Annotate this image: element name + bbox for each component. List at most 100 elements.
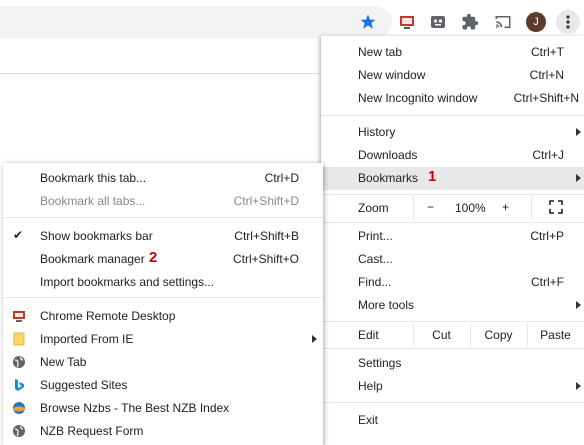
menu-item-find[interactable]: Find... Ctrl+F (321, 271, 584, 294)
menu-item-shortcut: Ctrl+Shift+D (233, 194, 299, 208)
zoom-divider (531, 196, 532, 219)
zoom-row: Zoom − 100% + (321, 196, 584, 219)
globe-icon (12, 424, 26, 438)
menu-item-exit[interactable]: Exit (321, 409, 584, 432)
bookmark-item[interactable]: Browse Nzbs - The Best NZB Index (3, 397, 323, 420)
menu-item-shortcut: Ctrl+Shift+N (513, 91, 579, 105)
menu-item-new-tab[interactable]: New tab Ctrl+T (321, 41, 584, 64)
menu-item-label: Browse Nzbs - The Best NZB Index (40, 401, 230, 415)
menu-item-history[interactable]: History (321, 121, 584, 144)
page-divider (0, 73, 320, 74)
menu-item-shortcut: Ctrl+F (531, 275, 564, 289)
menu-separator (321, 222, 584, 223)
menu-item-label: New Tab (40, 355, 87, 369)
bookmark-folder[interactable]: Imported From IE (3, 328, 323, 351)
bookmark-all-tabs: Bookmark all tabs... Ctrl+Shift+D (3, 190, 323, 213)
menu-item-bookmarks[interactable]: Bookmarks 1 (321, 167, 584, 190)
avatar[interactable]: J (526, 12, 546, 32)
menu-item-new-window[interactable]: New window Ctrl+N (321, 64, 584, 87)
step-marker: 1 (428, 168, 437, 185)
menu-item-downloads[interactable]: Downloads Ctrl+J (321, 144, 584, 167)
menu-item-cast[interactable]: Cast... (321, 248, 584, 271)
fullscreen-icon[interactable] (549, 200, 563, 214)
menu-item-label: Print... (358, 229, 393, 243)
nzb-icon (12, 401, 26, 415)
address-bar[interactable] (0, 6, 392, 38)
menu-item-label: New tab (358, 45, 403, 59)
menu-item-shortcut: Ctrl+T (531, 45, 564, 59)
menu-item-shortcut: Ctrl+J (532, 148, 564, 162)
step-marker: 2 (149, 249, 158, 266)
menu-item-label: Find... (358, 275, 392, 289)
globe-icon (12, 355, 26, 369)
menu-item-label: Bookmark all tabs... (40, 194, 146, 208)
menu-separator (321, 348, 584, 349)
menu-item-label: Bookmarks (358, 171, 419, 185)
menu-separator (321, 115, 584, 116)
menu-item-label: Chrome Remote Desktop (40, 309, 176, 323)
bookmark-item[interactable]: New Tab (3, 351, 323, 374)
menu-item-label: History (358, 125, 396, 139)
robot-extension-icon[interactable] (426, 10, 450, 34)
menu-item-new-incognito-window[interactable]: New Incognito window Ctrl+Shift+N (321, 87, 584, 110)
copy-button[interactable]: Copy (470, 323, 527, 346)
bookmark-this-tab[interactable]: Bookmark this tab... Ctrl+D (3, 167, 323, 190)
menu-item-shortcut: Ctrl+P (530, 229, 564, 243)
chevron-right-icon (576, 128, 581, 136)
bookmark-star-icon[interactable] (356, 10, 380, 34)
zoom-label: Zoom (358, 201, 389, 215)
bookmark-manager[interactable]: Bookmark manager 2 Ctrl+Shift+O (3, 248, 323, 271)
bing-icon (12, 378, 26, 392)
menu-item-label: New window (358, 68, 426, 82)
zoom-in-button[interactable]: + (502, 200, 509, 214)
menu-item-label: New Incognito window (358, 91, 478, 105)
menu-item-label: More tools (358, 298, 415, 312)
chevron-right-icon (576, 382, 581, 390)
menu-item-label: Suggested Sites (40, 378, 128, 392)
remote-desktop-icon[interactable] (395, 10, 419, 34)
menu-separator (3, 217, 323, 218)
remote-desktop-icon (12, 309, 26, 323)
menu-item-label: Downloads (358, 148, 418, 162)
cut-button[interactable]: Cut (413, 323, 470, 346)
bookmark-item[interactable]: Suggested Sites (3, 374, 323, 397)
extensions-puzzle-icon[interactable] (458, 10, 482, 34)
edit-label: Edit (358, 328, 379, 342)
menu-item-shortcut: Ctrl+N (529, 68, 564, 82)
menu-item-label: NZB Request Form (40, 424, 144, 438)
chevron-right-icon (576, 174, 581, 182)
paste-button[interactable]: Paste (527, 323, 584, 346)
chevron-right-icon (312, 335, 317, 343)
menu-item-label: Import bookmarks and settings... (40, 275, 215, 289)
menu-item-label: Cast... (358, 252, 393, 266)
checkmark-icon: ✔ (13, 228, 24, 242)
menu-item-more-tools[interactable]: More tools (321, 294, 584, 317)
menu-separator (321, 321, 584, 322)
menu-dots-icon[interactable] (556, 10, 580, 34)
bookmark-item[interactable]: NZB Request Form (3, 420, 323, 443)
zoom-divider (413, 196, 414, 219)
menu-item-settings[interactable]: Settings (321, 352, 584, 375)
folder-icon (12, 332, 26, 346)
bookmark-item[interactable]: Chrome Remote Desktop (3, 305, 323, 328)
menu-separator (321, 402, 584, 403)
menu-item-shortcut: Ctrl+Shift+B (234, 229, 299, 243)
menu-item-help[interactable]: Help (321, 375, 584, 398)
menu-item-label: Exit (358, 413, 379, 427)
import-bookmarks[interactable]: Import bookmarks and settings... (3, 271, 323, 294)
bookmarks-submenu: Bookmark this tab... Ctrl+D Bookmark all… (3, 163, 323, 445)
menu-item-shortcut: Ctrl+D (264, 171, 299, 185)
menu-item-print[interactable]: Print... Ctrl+P (321, 225, 584, 248)
cast-icon[interactable] (491, 10, 515, 34)
chrome-main-menu: New tab Ctrl+T New window Ctrl+N New Inc… (321, 36, 584, 445)
menu-separator (3, 297, 323, 298)
menu-item-label: Settings (358, 356, 402, 370)
menu-item-label: Help (358, 379, 383, 393)
chevron-right-icon (576, 301, 581, 309)
menu-item-label: Bookmark this tab... (40, 171, 147, 185)
menu-item-shortcut: Ctrl+Shift+O (232, 252, 299, 266)
edit-row: Edit Cut Copy Paste (321, 323, 584, 346)
show-bookmarks-bar[interactable]: ✔ Show bookmarks bar Ctrl+Shift+B (3, 225, 323, 248)
zoom-out-button[interactable]: − (427, 200, 434, 214)
menu-item-label: Imported From IE (40, 332, 134, 346)
